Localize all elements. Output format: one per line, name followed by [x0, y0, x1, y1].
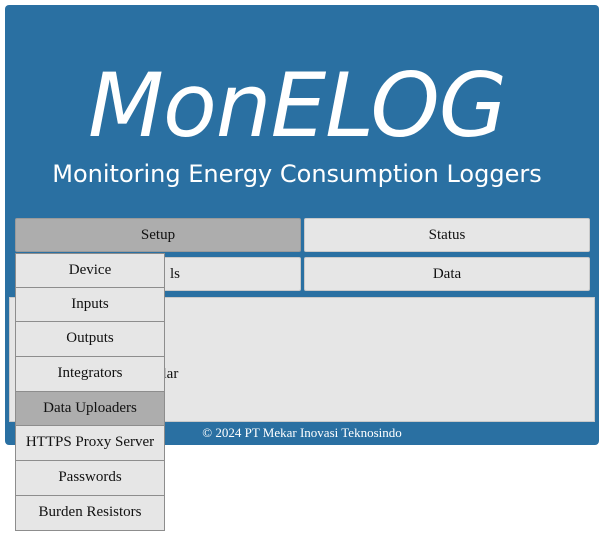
- menu-item-device[interactable]: Device: [15, 253, 165, 288]
- setup-dropdown-menu: Device Inputs Outputs Integrators Data U…: [15, 253, 165, 531]
- tab-setup[interactable]: Setup: [15, 218, 301, 252]
- tab-status[interactable]: Status: [304, 218, 590, 252]
- menu-item-burden-resistors[interactable]: Burden Resistors: [15, 495, 165, 531]
- tab-setup-label: Setup: [140, 227, 176, 243]
- app-logo: MonELOG: [88, 54, 507, 157]
- menu-item-inputs[interactable]: Inputs: [15, 287, 165, 323]
- tab-tools-label: ls: [170, 266, 181, 282]
- menu-item-integrators[interactable]: Integrators: [15, 357, 165, 392]
- menu-item-passwords[interactable]: Passwords: [15, 461, 165, 496]
- menu-item-https-proxy-server[interactable]: HTTPS Proxy Server: [15, 426, 165, 462]
- tab-data-label: Data: [432, 266, 462, 282]
- tab-data[interactable]: Data: [304, 257, 590, 291]
- menu-item-outputs[interactable]: Outputs: [15, 322, 165, 358]
- app-subtitle: Monitoring Energy Consumption Loggers: [52, 160, 542, 188]
- menu-item-data-uploaders[interactable]: Data Uploaders: [15, 391, 165, 427]
- tab-status-label: Status: [428, 227, 466, 243]
